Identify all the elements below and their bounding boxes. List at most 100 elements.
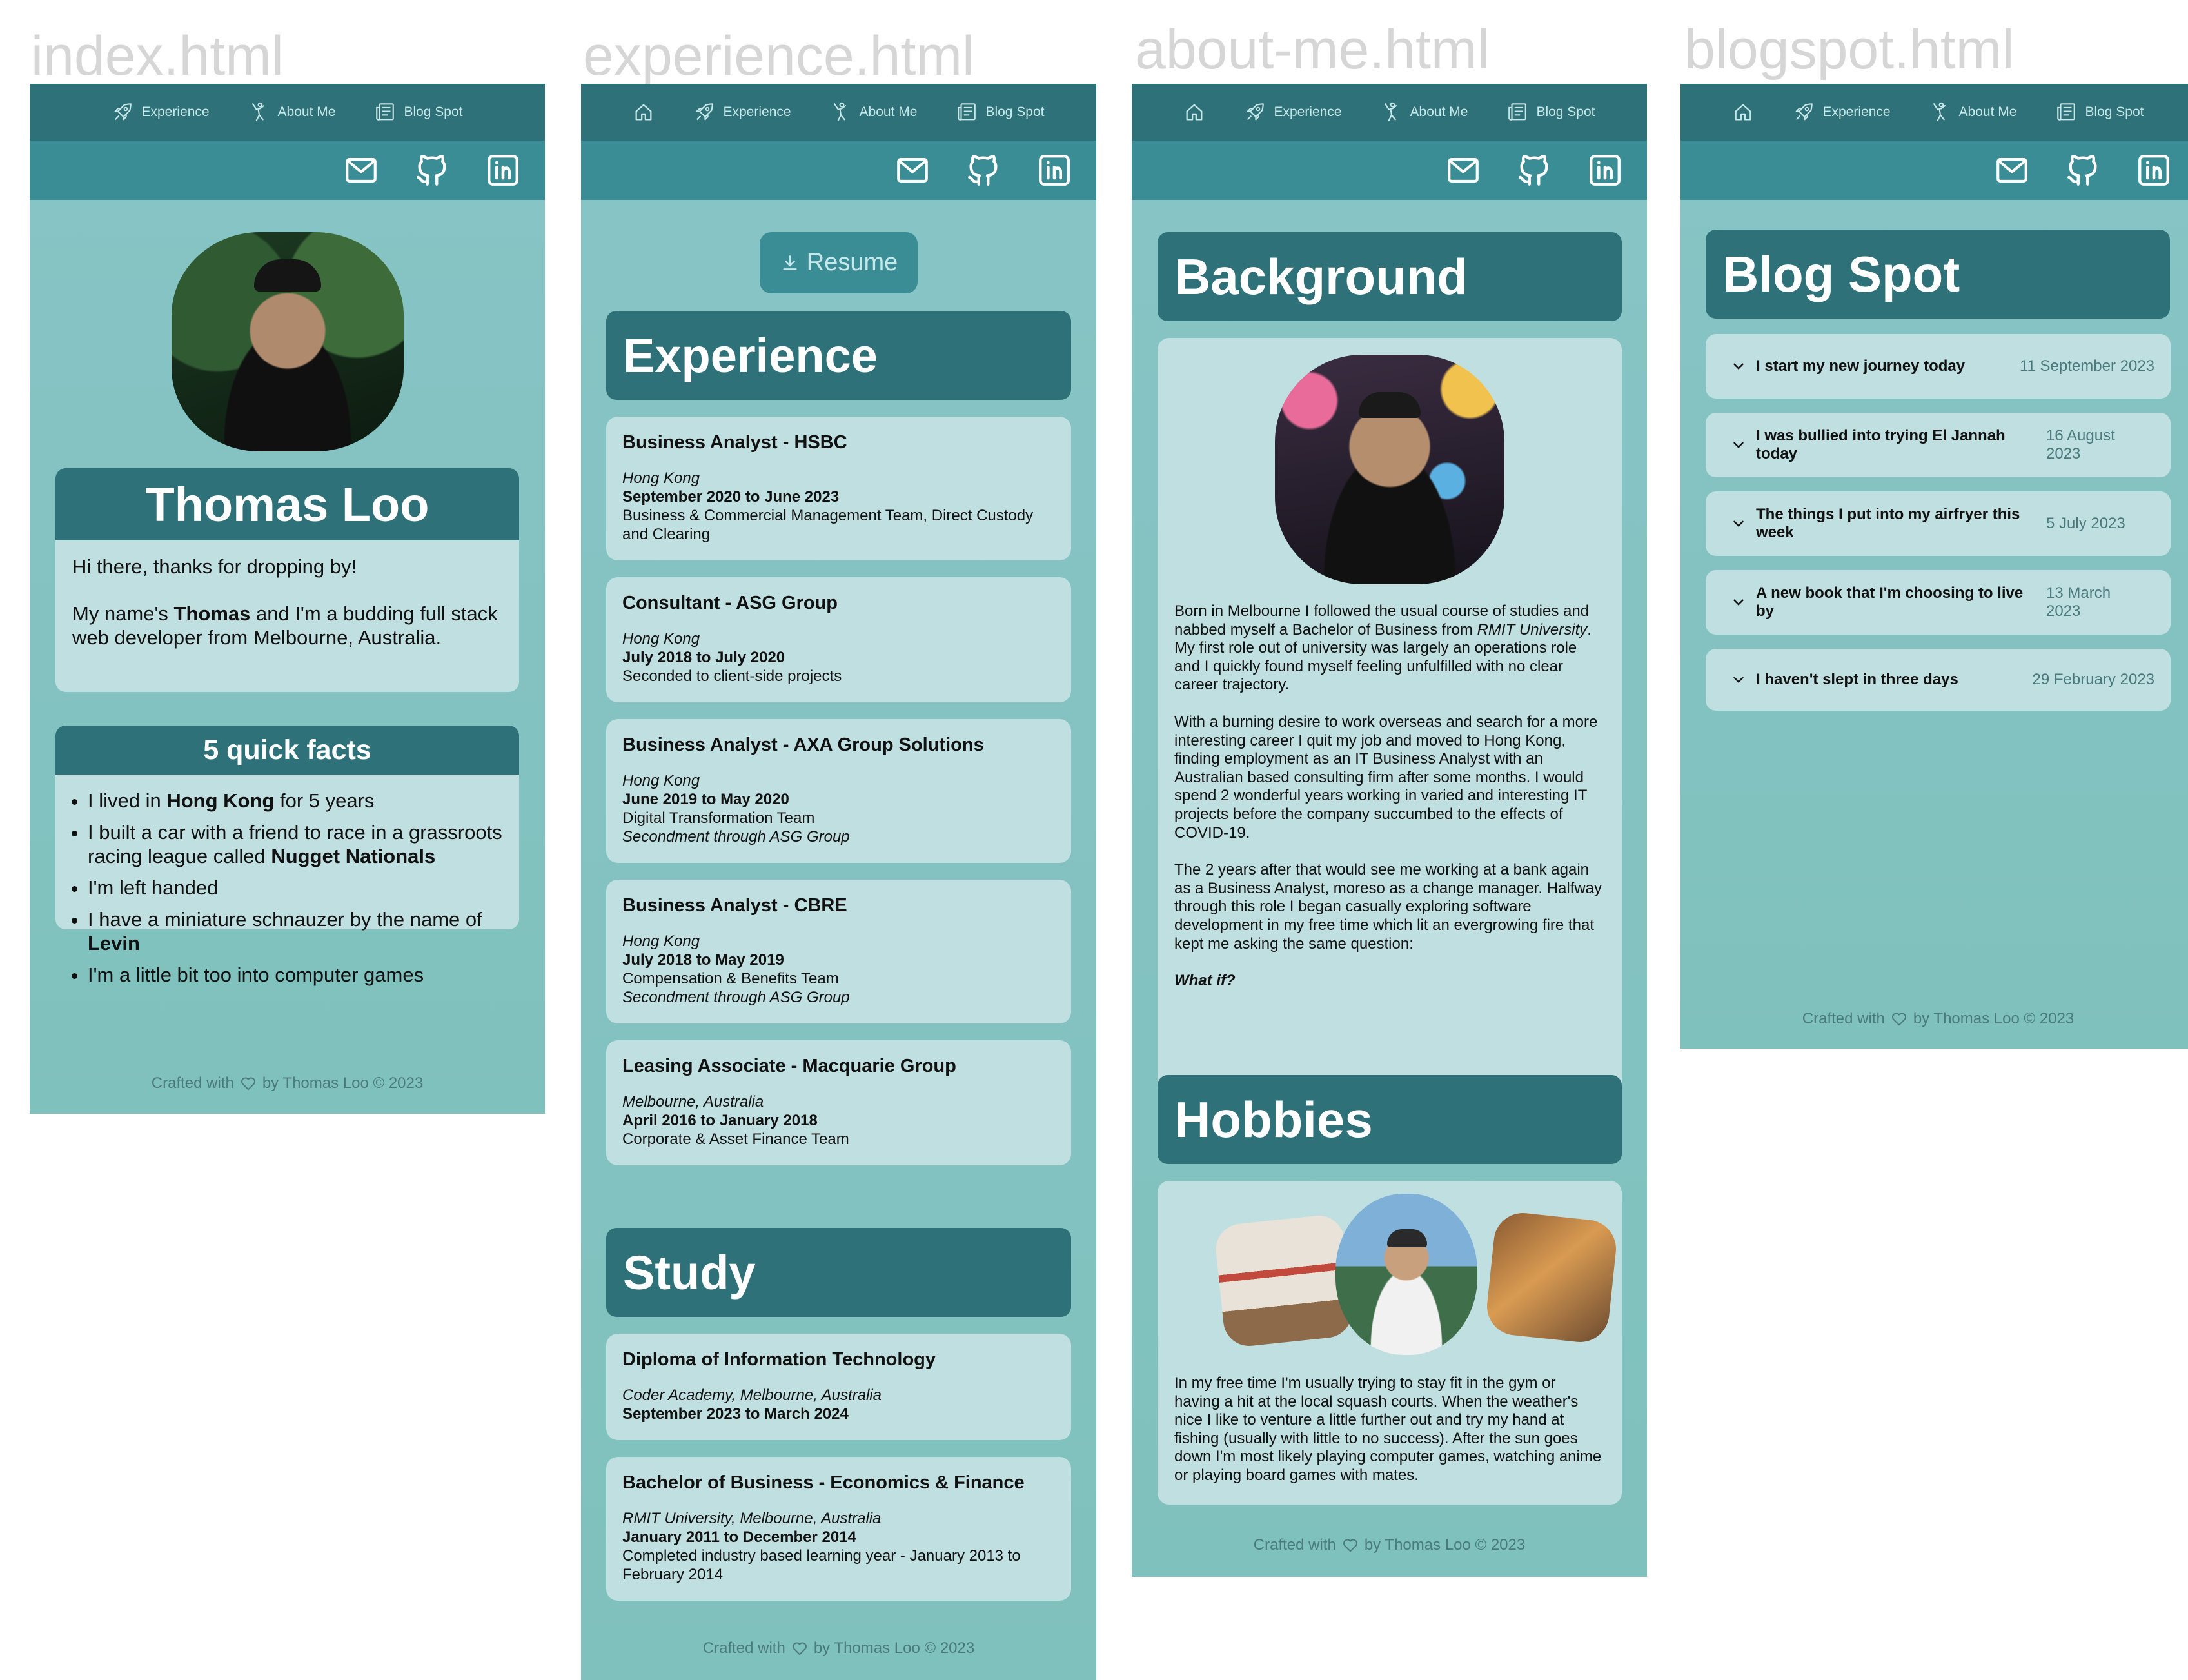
nav-home[interactable] xyxy=(1183,101,1205,123)
blog-post-item[interactable]: I haven't slept in three days 29 February… xyxy=(1706,649,2171,711)
card-location: Melbourne, Australia xyxy=(622,1093,764,1111)
nav-about-label: About Me xyxy=(1410,104,1468,119)
experience-header: Experience xyxy=(606,311,1071,400)
chevron-down-icon xyxy=(1730,437,1747,453)
card-role: Diploma of Information Technology xyxy=(622,1349,936,1370)
fact-item: I lived in Hong Kong for 5 years xyxy=(88,789,502,813)
intro-greeting: Hi there, thanks for dropping by! xyxy=(72,555,357,578)
hobbies-photo-collage xyxy=(1174,1181,1619,1355)
linkedin-icon[interactable] xyxy=(1036,152,1073,189)
mail-icon[interactable] xyxy=(894,152,931,189)
background-card: Born in Melbourne I followed the usual c… xyxy=(1158,338,1622,1109)
heart-icon xyxy=(1890,1010,1908,1028)
nav-experience-label: Experience xyxy=(1822,104,1891,119)
card-dates: July 2018 to July 2020 xyxy=(622,649,785,666)
nav-experience-label: Experience xyxy=(1274,104,1342,119)
blog-post-item[interactable]: A new book that I'm choosing to live by 1… xyxy=(1706,570,2171,635)
study-header: Study xyxy=(606,1228,1071,1317)
nav-blog[interactable]: Blog Spot xyxy=(2055,101,2144,123)
page-label-index: index.html xyxy=(31,25,284,87)
blog-post-title: I was bullied into trying El Jannah toda… xyxy=(1756,427,2006,462)
nav-about[interactable]: About Me xyxy=(1929,101,2017,123)
blog-title: Blog Spot xyxy=(1722,245,1960,302)
card-dates: July 2018 to May 2019 xyxy=(622,951,784,969)
blog-post-title: I haven't slept in three days xyxy=(1756,671,1958,688)
blog-post-title: The things I put into my airfryer this w… xyxy=(1756,506,2020,541)
experience-card: Business Analyst - AXA Group Solutions Ho… xyxy=(606,719,1071,863)
karate-icon xyxy=(830,101,852,123)
nav-experience-label: Experience xyxy=(723,104,791,119)
mail-icon[interactable] xyxy=(1993,152,2031,189)
rocket-icon xyxy=(1244,101,1266,123)
chevron-down-icon xyxy=(1730,358,1747,375)
linkedin-icon[interactable] xyxy=(2135,152,2173,189)
nav-experience[interactable]: Experience xyxy=(1793,101,1891,123)
background-photo xyxy=(1275,355,1504,584)
heart-icon xyxy=(1341,1536,1359,1554)
hobbies-header: Hobbies xyxy=(1158,1075,1622,1164)
blog-post-item[interactable]: I start my new journey today 11 September… xyxy=(1706,334,2171,399)
facts-title: 5 quick facts xyxy=(203,734,371,766)
nav-about[interactable]: About Me xyxy=(248,101,335,123)
card-location: Hong Kong xyxy=(622,933,700,950)
blog-post-title: A new book that I'm choosing to live by xyxy=(1756,584,2024,620)
rocket-icon xyxy=(1793,101,1815,123)
social-bar xyxy=(1680,141,2188,200)
name-header: Thomas Loo xyxy=(55,468,519,540)
resume-button[interactable]: Resume xyxy=(760,232,918,293)
page-label-experience: experience.html xyxy=(583,25,975,87)
mail-icon[interactable] xyxy=(1444,152,1482,189)
hobbies-card: In my free time I'm usually trying to st… xyxy=(1158,1181,1622,1505)
nav-about-label: About Me xyxy=(1958,104,2017,119)
news-icon xyxy=(956,101,978,123)
nav-blog[interactable]: Blog Spot xyxy=(1506,101,1595,123)
nav-experience[interactable]: Experience xyxy=(693,101,791,123)
heart-icon xyxy=(239,1074,257,1092)
background-p4: What if? xyxy=(1174,972,1236,990)
background-header: Background xyxy=(1158,232,1622,321)
card-role: Bachelor of Business - Economics & Finan… xyxy=(622,1472,1025,1493)
nav-blog[interactable]: Blog Spot xyxy=(956,101,1045,123)
nav-about[interactable]: About Me xyxy=(1381,101,1468,123)
nav-about[interactable]: About Me xyxy=(830,101,918,123)
jobs-list: Business Analyst - HSBC Hong Kong Septembe… xyxy=(581,417,1096,1182)
card-location: Hong Kong xyxy=(622,630,700,647)
linkedin-icon[interactable] xyxy=(1586,152,1624,189)
experience-card: Bachelor of Business - Economics & Finan… xyxy=(606,1457,1071,1601)
mail-icon[interactable] xyxy=(342,152,380,189)
facts-card: I lived in Hong Kong for 5 years I built … xyxy=(55,775,519,986)
news-icon xyxy=(2055,101,2077,123)
blog-header: Blog Spot xyxy=(1706,230,2170,319)
nav-blog[interactable]: Blog Spot xyxy=(374,101,463,123)
card-dates: January 2011 to December 2014 xyxy=(622,1528,856,1546)
nav-experience[interactable]: Experience xyxy=(1244,101,1342,123)
nav-home[interactable] xyxy=(1732,101,1754,123)
linkedin-icon[interactable] xyxy=(484,152,522,189)
github-icon[interactable] xyxy=(1515,152,1553,189)
card-location: RMIT University, Melbourne, Australia xyxy=(622,1510,882,1527)
karate-icon xyxy=(1929,101,1951,123)
background-p3: The 2 years after that would see me work… xyxy=(1174,861,1602,953)
github-icon[interactable] xyxy=(965,152,1002,189)
card-location: Coder Academy, Melbourne, Australia xyxy=(622,1387,882,1404)
fact-item: I built a car with a friend to race in a… xyxy=(88,820,502,868)
blog-post-item[interactable]: I was bullied into trying El Jannah toda… xyxy=(1706,413,2171,477)
karate-icon xyxy=(248,101,270,123)
blog-post-date: 29 February 2023 xyxy=(2032,671,2154,688)
github-icon[interactable] xyxy=(2064,152,2102,189)
nav-experience[interactable]: Experience xyxy=(112,101,210,123)
blog-post-item[interactable]: The things I put into my airfryer this w… xyxy=(1706,491,2171,556)
social-bar xyxy=(30,141,545,200)
chevron-down-icon xyxy=(1730,515,1747,532)
name-title: Thomas Loo xyxy=(145,477,429,531)
background-title: Background xyxy=(1174,248,1468,305)
nav-home[interactable] xyxy=(633,101,655,123)
heart-icon xyxy=(791,1639,809,1657)
github-icon[interactable] xyxy=(413,152,451,189)
download-icon xyxy=(780,253,800,273)
nav-about-label: About Me xyxy=(859,104,918,119)
experience-card: Business Analyst - CBRE Hong Kong July 201… xyxy=(606,880,1071,1023)
top-nav: Experience About Me Blog Spot xyxy=(1680,84,2188,141)
experience-card: Leasing Associate - Macquarie Group Melbo… xyxy=(606,1040,1071,1165)
card-location: Hong Kong xyxy=(622,469,700,487)
